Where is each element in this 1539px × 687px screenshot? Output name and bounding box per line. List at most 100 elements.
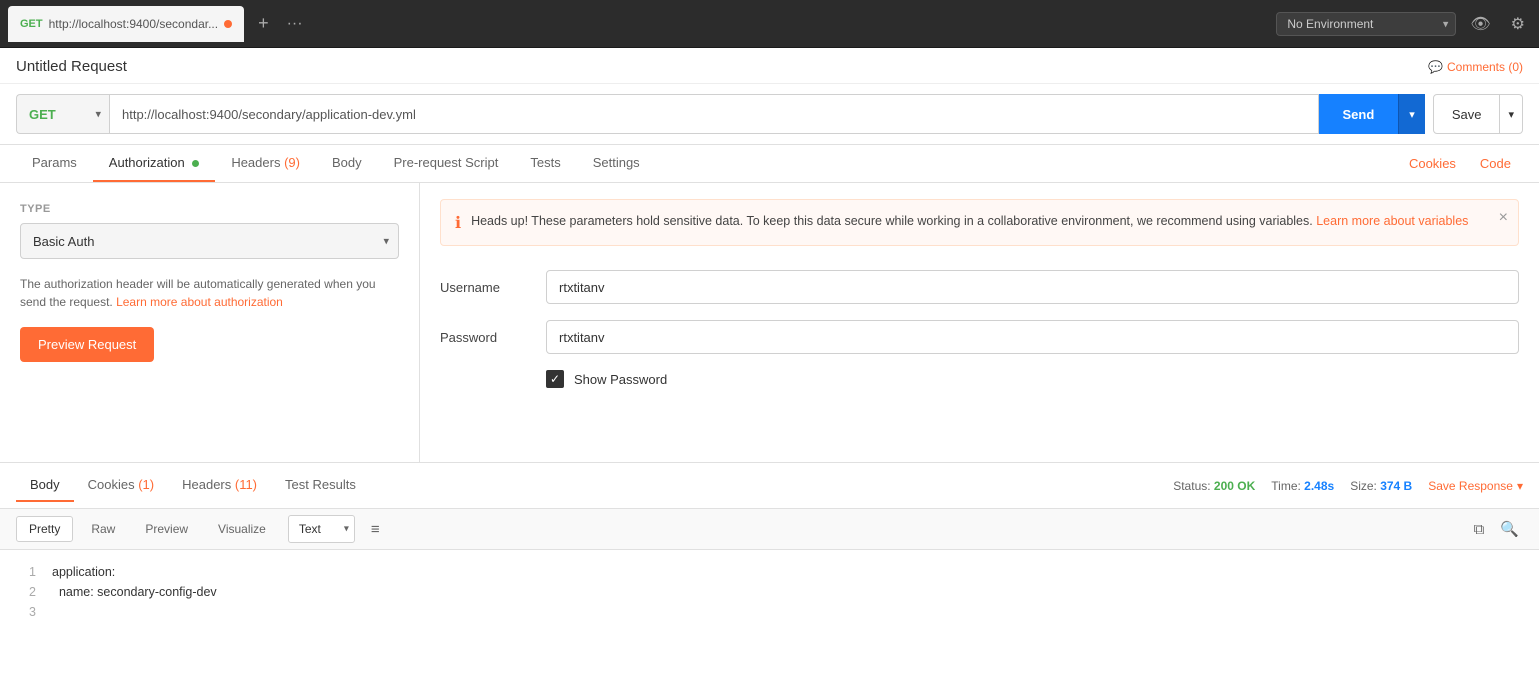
- tab-url: http://localhost:9400/secondar...: [49, 17, 218, 31]
- request-title: Untitled Request: [16, 58, 127, 75]
- comment-icon: 💬: [1428, 60, 1443, 74]
- add-tab-button[interactable]: +: [252, 13, 275, 34]
- status-value: 200 OK: [1214, 479, 1255, 493]
- main-content: TYPE No Auth API Key Bearer Token Basic …: [0, 183, 1539, 463]
- checkmark-icon: ✓: [550, 373, 560, 385]
- url-bar: GET POST PUT DELETE PATCH Send ▾ Save ▾: [0, 84, 1539, 145]
- resp-tab-headers[interactable]: Headers (11): [168, 469, 271, 502]
- alert-message: Heads up! These parameters hold sensitiv…: [471, 214, 1313, 228]
- resp-tab-test-results[interactable]: Test Results: [271, 469, 370, 502]
- tab-authorization[interactable]: Authorization: [93, 145, 216, 182]
- response-status-bar: Status: 200 OK Time: 2.48s Size: 374 B S…: [1173, 479, 1523, 493]
- tab-tests[interactable]: Tests: [514, 145, 576, 182]
- format-right-actions: ⧉ 🔍: [1470, 516, 1523, 542]
- code-line-2: 2 name: secondary-config-dev: [16, 582, 1523, 602]
- request-tab[interactable]: GET http://localhost:9400/secondar...: [8, 6, 244, 42]
- show-password-checkbox[interactable]: ✓: [546, 370, 564, 388]
- tab-headers[interactable]: Headers (9): [215, 145, 316, 182]
- response-tabs-bar: Body Cookies (1) Headers (11) Test Resul…: [0, 463, 1539, 509]
- tab-body[interactable]: Body: [316, 145, 378, 182]
- line-code-1: application:: [52, 562, 115, 582]
- format-bar: Pretty Raw Preview Visualize Text JSON X…: [0, 509, 1539, 550]
- resp-tab-body[interactable]: Body: [16, 469, 74, 502]
- tab-params[interactable]: Params: [16, 145, 93, 182]
- response-section: Body Cookies (1) Headers (11) Test Resul…: [0, 463, 1539, 670]
- response-code-area: 1 application: 2 name: secondary-config-…: [0, 550, 1539, 670]
- tab-code-right[interactable]: Code: [1468, 146, 1523, 181]
- alert-text: Heads up! These parameters hold sensitiv…: [471, 212, 1468, 231]
- save-response-label: Save Response: [1428, 479, 1513, 493]
- alert-icon: ℹ: [455, 213, 461, 233]
- comments-button[interactable]: 💬 Comments (0): [1428, 60, 1523, 74]
- line-number-1: 1: [16, 562, 36, 582]
- show-password-label[interactable]: Show Password: [574, 372, 667, 387]
- alert-close-button[interactable]: ×: [1499, 210, 1508, 226]
- tab-pre-request-script[interactable]: Pre-request Script: [378, 145, 515, 182]
- save-button-group: Save ▾: [1433, 94, 1523, 134]
- time-value: 2.48s: [1304, 479, 1334, 493]
- learn-more-variables-link[interactable]: Learn more about variables: [1316, 214, 1468, 228]
- resp-tab-cookies[interactable]: Cookies (1): [74, 469, 168, 502]
- tabs-bar: Params Authorization Headers (9) Body Pr…: [0, 145, 1539, 183]
- type-label: TYPE: [20, 203, 399, 215]
- copy-response-button[interactable]: ⧉: [1470, 517, 1489, 542]
- fmt-tab-raw[interactable]: Raw: [79, 517, 127, 541]
- code-line-3: 3: [16, 602, 1523, 622]
- type-select-wrap: No Auth API Key Bearer Token Basic Auth …: [20, 223, 399, 259]
- password-label: Password: [440, 330, 530, 345]
- auth-right-panel: ℹ Heads up! These parameters hold sensit…: [420, 183, 1539, 462]
- line-number-2: 2: [16, 582, 36, 602]
- save-button[interactable]: Save: [1433, 94, 1501, 134]
- url-input[interactable]: [109, 94, 1319, 134]
- username-input[interactable]: [546, 270, 1519, 304]
- size-value: 374 B: [1380, 479, 1412, 493]
- auth-description: The authorization header will be automat…: [20, 275, 399, 311]
- fmt-tab-preview[interactable]: Preview: [133, 517, 200, 541]
- save-response-button[interactable]: Save Response ▾: [1428, 479, 1523, 493]
- auth-left-panel: TYPE No Auth API Key Bearer Token Basic …: [0, 183, 420, 462]
- password-field-row: Password: [440, 320, 1519, 354]
- eye-icon-button[interactable]: 👁: [1464, 10, 1496, 38]
- time-label: Time: 2.48s: [1271, 479, 1334, 493]
- username-label: Username: [440, 280, 530, 295]
- tab-modified-dot: [224, 20, 232, 28]
- line-code-2: name: secondary-config-dev: [52, 582, 217, 602]
- top-bar: GET http://localhost:9400/secondar... + …: [0, 0, 1539, 48]
- wrap-lines-button[interactable]: ≡: [365, 517, 386, 542]
- preview-request-button[interactable]: Preview Request: [20, 327, 154, 362]
- send-dropdown-button[interactable]: ▾: [1398, 94, 1425, 134]
- authorization-active-dot: [192, 160, 199, 167]
- env-select[interactable]: No Environment: [1276, 12, 1456, 36]
- fmt-tab-pretty[interactable]: Pretty: [16, 516, 73, 542]
- tab-authorization-label: Authorization: [109, 155, 185, 170]
- env-select-wrap: No Environment: [1276, 12, 1456, 36]
- method-select[interactable]: GET POST PUT DELETE PATCH: [16, 94, 109, 134]
- auth-type-select[interactable]: No Auth API Key Bearer Token Basic Auth …: [20, 223, 399, 259]
- learn-more-auth-link[interactable]: Learn more about authorization: [116, 295, 283, 309]
- comments-label: Comments (0): [1447, 60, 1523, 74]
- status-label: Status: 200 OK: [1173, 479, 1255, 493]
- username-field-row: Username: [440, 270, 1519, 304]
- method-select-wrap: GET POST PUT DELETE PATCH: [16, 94, 109, 134]
- code-line-1: 1 application:: [16, 562, 1523, 582]
- size-label: Size: 374 B: [1350, 479, 1412, 493]
- show-password-row: ✓ Show Password: [440, 370, 1519, 388]
- search-response-button[interactable]: 🔍: [1496, 516, 1523, 542]
- more-tabs-button[interactable]: ···: [283, 15, 307, 33]
- send-button-group: Send ▾: [1319, 94, 1425, 134]
- tab-settings[interactable]: Settings: [577, 145, 656, 182]
- request-title-bar: Untitled Request 💬 Comments (0): [0, 48, 1539, 84]
- format-select-wrap: Text JSON XML HTML: [288, 515, 355, 543]
- format-select[interactable]: Text JSON XML HTML: [288, 515, 355, 543]
- tab-method: GET: [20, 18, 43, 30]
- tab-cookies-right[interactable]: Cookies: [1397, 146, 1468, 181]
- password-input[interactable]: [546, 320, 1519, 354]
- send-button[interactable]: Send: [1319, 94, 1399, 134]
- right-tabs: Cookies Code: [1397, 146, 1523, 181]
- auth-alert-box: ℹ Heads up! These parameters hold sensit…: [440, 199, 1519, 246]
- gear-icon-button[interactable]: ⚙: [1505, 10, 1531, 38]
- line-number-3: 3: [16, 602, 36, 622]
- fmt-tab-visualize[interactable]: Visualize: [206, 517, 278, 541]
- save-dropdown-button[interactable]: ▾: [1500, 94, 1523, 134]
- env-bar: No Environment 👁 ⚙: [1276, 10, 1531, 38]
